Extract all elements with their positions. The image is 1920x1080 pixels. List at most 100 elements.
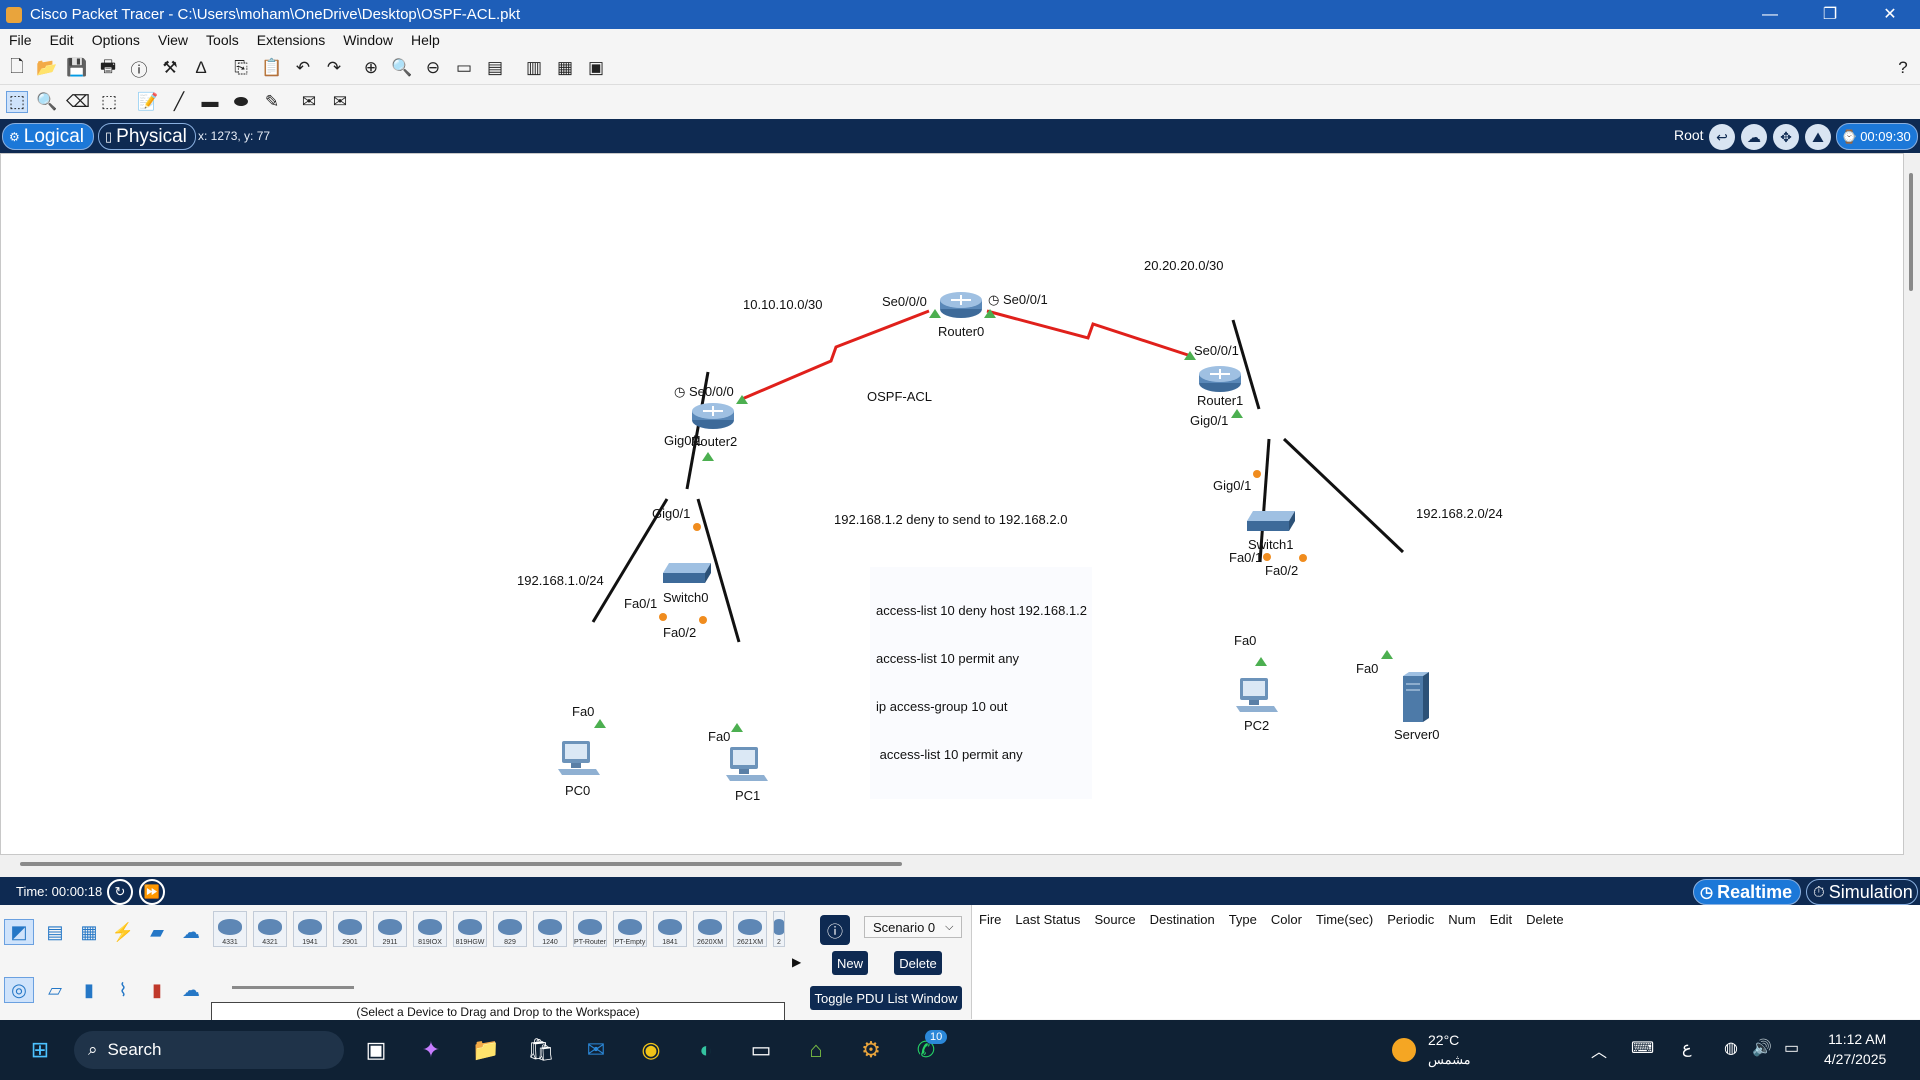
device-router-819hgw[interactable]: 819HGW [453,911,487,947]
note-deny-description[interactable]: 192.168.1.2 deny to send to 192.168.2.0 [834,512,1067,528]
category-connections-icon[interactable]: ⚡ [108,919,138,945]
pdu-builder-icon[interactable]: ▦ [554,57,576,79]
realtime-mode-button[interactable]: ◷ Realtime [1693,879,1801,905]
switch0-icon[interactable] [661,561,713,585]
tab-logical[interactable]: ⚙ Logical [2,123,94,150]
help-icon[interactable]: ? [1892,57,1914,79]
edge-icon[interactable]: ◐ [690,1034,722,1066]
scroll-thumb[interactable] [1909,173,1913,291]
place-note-icon[interactable]: 📝 [137,91,159,113]
minimize-button[interactable]: — [1740,0,1800,29]
battery-icon[interactable]: ▭ [1784,1038,1799,1058]
router2-icon[interactable] [690,401,736,431]
drawing-palette-icon[interactable]: ▭ [453,57,475,79]
menu-help[interactable]: Help [402,32,449,48]
note-title[interactable]: OSPF-ACL [867,389,932,405]
pc0-icon[interactable] [556,739,600,779]
simulation-mode-button[interactable]: ⏱ Simulation [1806,879,1918,905]
column-last-status[interactable]: Last Status [1008,912,1087,927]
note-lan-192-168-2[interactable]: 192.168.2.0/24 [1416,506,1503,522]
subcategory-hubs-icon[interactable]: ▮ [74,977,104,1003]
subcategory-switches-icon[interactable]: ▱ [40,977,70,1003]
freeform-icon[interactable]: ✎ [261,91,283,113]
packet-tracer-app-icon[interactable]: ⌂ [800,1034,832,1066]
info-icon[interactable]: ⓘ [128,57,150,80]
toggle-pdu-list-button[interactable]: Toggle PDU List Window [810,986,962,1010]
menu-edit[interactable]: Edit [41,32,83,48]
menu-file[interactable]: File [0,32,41,48]
network-wizard-icon[interactable]: ⚒ [159,57,181,79]
server0-icon[interactable] [1399,670,1433,726]
select-tool-icon[interactable]: ⬚ [6,91,28,113]
column-destination[interactable]: Destination [1143,912,1222,927]
cluster-icon[interactable]: ☁ [1741,124,1767,150]
device-router-819iox[interactable]: 819IOX [413,911,447,947]
device-router-4321[interactable]: 4321 [253,911,287,947]
draw-ellipse-icon[interactable]: ⬬ [230,91,252,113]
copy-icon[interactable]: ⎘ [230,57,252,79]
column-fire[interactable]: Fire [972,912,1008,927]
switch1-icon[interactable] [1245,509,1297,533]
column-color[interactable]: Color [1264,912,1309,927]
device-router-1841[interactable]: 1841 [653,911,687,947]
device-router-2621xm[interactable]: 2621XM [733,911,767,947]
device-router-pt[interactable]: PT-Router [573,911,607,947]
device-router-2901[interactable]: 2901 [333,911,367,947]
menu-extensions[interactable]: Extensions [248,32,334,48]
simple-pdu-icon[interactable]: ✉ [298,91,320,113]
system-clock[interactable]: 11:12 AM 4/27/2025 [1824,1029,1886,1069]
category-network-devices-icon[interactable]: ◩ [4,919,34,945]
back-icon[interactable]: ↩ [1709,124,1735,150]
activity-wizard-icon[interactable]: Δ [190,57,212,79]
move-object-icon[interactable]: ✥ [1773,124,1799,150]
zoom-in-icon[interactable]: ⊕ [360,57,382,79]
category-end-devices-icon[interactable]: ▤ [40,919,70,945]
draw-line-icon[interactable]: ╱ [168,91,190,113]
show-hidden-icons-icon[interactable]: ︿ [1591,1038,1607,1062]
palette-scrollbar[interactable] [232,986,354,989]
column-type[interactable]: Type [1222,912,1264,927]
viewport-clock[interactable]: ⌚ 00:09:30 [1836,123,1918,150]
column-delete[interactable]: Delete [1519,912,1571,927]
column-source[interactable]: Source [1087,912,1142,927]
note-acl-config[interactable]: access-list 10 deny host 192.168.1.2 acc… [870,567,1092,799]
delete-scenario-button[interactable]: Delete [894,951,942,975]
outlook-icon[interactable]: ✉ [580,1034,612,1066]
menu-view[interactable]: View [149,32,197,48]
subcategory-wan-emulation-icon[interactable]: ☁ [176,977,206,1003]
router1-icon[interactable] [1197,364,1243,394]
device-router-2620xm[interactable]: 2620XM [693,911,727,947]
taskbar-search[interactable]: ⌕ Search [74,1031,344,1069]
category-multiuser-icon[interactable]: ☁ [176,919,206,945]
scenario-info-icon[interactable]: ⓘ [820,915,850,945]
new-file-icon[interactable]: 🗋 [6,57,28,79]
scenario-select[interactable]: Scenario 0 ⌵ [864,916,962,938]
pc2-icon[interactable] [1234,676,1278,716]
subcategory-security-icon[interactable]: ▮ [142,977,172,1003]
tab-physical[interactable]: ▯ Physical [98,123,196,150]
device-router-829[interactable]: 829 [493,911,527,947]
menu-window[interactable]: Window [334,32,402,48]
device-router-more[interactable]: 2 [773,911,785,947]
subcategory-routers-icon[interactable]: ◎ [4,977,34,1003]
pc1-icon[interactable] [724,745,768,785]
save-icon[interactable]: 💾 [66,57,88,79]
paste-icon[interactable]: 📋 [261,57,283,79]
open-folder-icon[interactable]: 📂 [36,57,58,79]
fast-forward-icon[interactable]: ⏩ [139,879,165,905]
menu-tools[interactable]: Tools [197,32,248,48]
category-components-icon[interactable]: ▦ [74,919,104,945]
router0-icon[interactable] [938,290,984,320]
input-language[interactable]: ع [1682,1038,1692,1058]
custom-device-icon[interactable]: ▤ [484,57,506,79]
close-button[interactable]: ✕ [1860,0,1920,29]
print-icon[interactable]: 🖶 [97,57,119,79]
column-periodic[interactable]: Periodic [1380,912,1441,927]
logical-workspace[interactable]: Router0 Router1 Router2 Switch0 Switch1 … [0,153,1904,855]
subcategory-wireless-icon[interactable]: ⌇ [108,977,138,1003]
device-router-1240[interactable]: 1240 [533,911,567,947]
microsoft-store-icon[interactable]: 🛍 [525,1034,557,1066]
maximize-button[interactable]: ❐ [1800,0,1860,29]
undo-icon[interactable]: ↶ [292,57,314,79]
menu-options[interactable]: Options [83,32,149,48]
